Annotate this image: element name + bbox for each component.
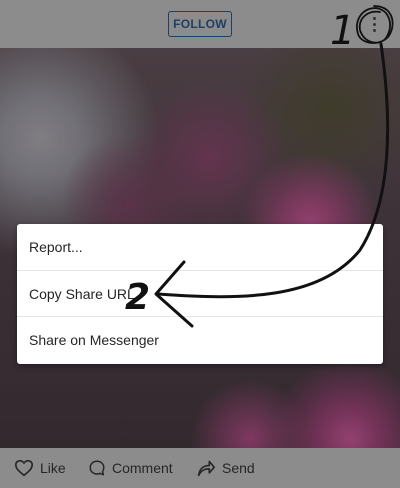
menu-item-report[interactable]: Report...: [17, 224, 383, 270]
menu-item-copy-share-url[interactable]: Copy Share URL: [17, 270, 383, 316]
send-label: Send: [222, 460, 255, 476]
like-label: Like: [40, 460, 66, 476]
comment-bubble-icon: [89, 460, 105, 476]
heart-icon: [15, 459, 33, 477]
more-options-icon[interactable]: [366, 12, 382, 36]
comment-button[interactable]: Comment: [88, 448, 173, 488]
menu-item-share-messenger[interactable]: Share on Messenger: [17, 316, 383, 362]
post-header: FOLLOW: [0, 0, 400, 48]
dot: [372, 16, 376, 20]
like-button[interactable]: Like: [14, 448, 66, 488]
post-actions: Like Comment Send: [0, 448, 400, 488]
comment-label: Comment: [112, 460, 173, 476]
share-arrow-icon: [197, 460, 215, 477]
dot: [372, 28, 376, 32]
post-options-menu: Report... Copy Share URL Share on Messen…: [17, 224, 383, 364]
send-button[interactable]: Send: [196, 448, 255, 488]
dot: [372, 22, 376, 26]
follow-button[interactable]: FOLLOW: [168, 11, 232, 37]
